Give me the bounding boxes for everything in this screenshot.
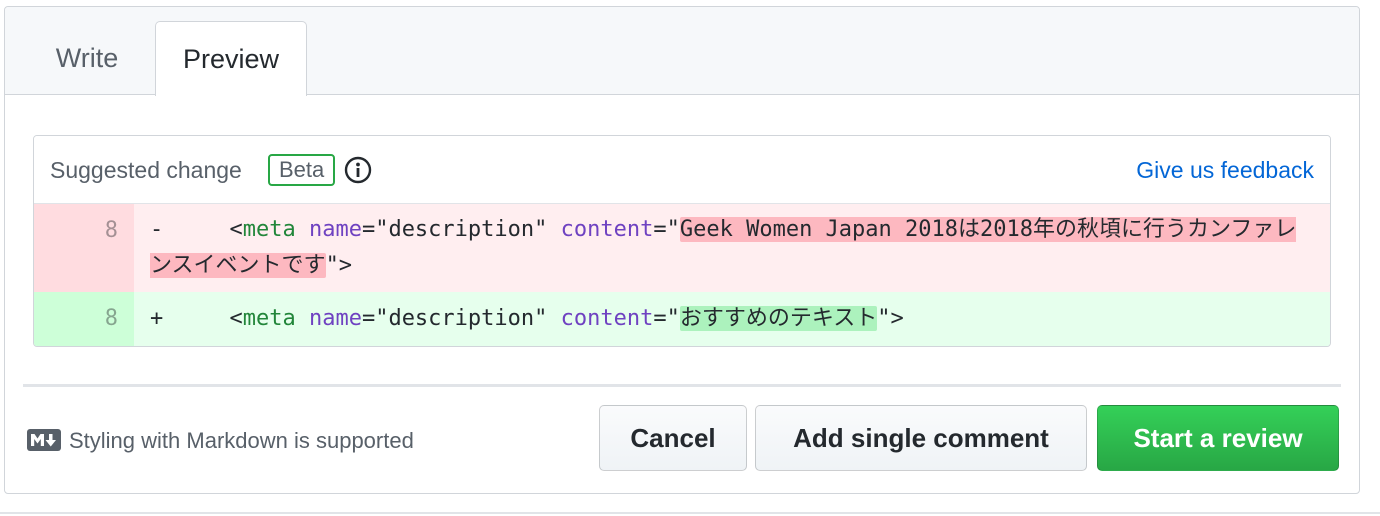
tag-close: "> <box>877 306 904 331</box>
eq-quote: =" <box>653 306 680 331</box>
add-single-comment-button[interactable]: Add single comment <box>755 405 1087 471</box>
page-bottom-border <box>0 512 1380 514</box>
tag-close: "> <box>325 253 353 278</box>
attr-content: content <box>560 217 654 242</box>
tab-preview[interactable]: Preview <box>155 21 307 96</box>
tag-open: < <box>229 217 243 242</box>
markdown-note[interactable]: Styling with Markdown is supported <box>27 423 414 459</box>
deleted-code: - <meta name="description" content="Geek… <box>150 204 1314 284</box>
info-icon[interactable] <box>344 156 372 184</box>
tag-open: < <box>229 306 243 331</box>
tab-write[interactable]: Write <box>29 21 145 96</box>
eq-quote: =" <box>653 217 680 242</box>
diff-deleted-line: 8 - <meta name="description" content="Ge… <box>34 204 1330 292</box>
line-number: 8 <box>34 204 134 292</box>
tag-name: meta <box>242 306 296 331</box>
suggested-change-box: Suggested change Beta Give us feedback 8… <box>33 135 1331 347</box>
tab-bar: Write Preview <box>5 7 1359 96</box>
start-review-button[interactable]: Start a review <box>1097 405 1339 471</box>
attr-content: content <box>560 306 654 331</box>
diff-sign: - <box>150 217 164 242</box>
line-number: 8 <box>34 292 134 346</box>
attr-name: name <box>308 306 362 331</box>
divider <box>23 384 1341 387</box>
diff-added-line: 8 + <meta name="description" content="おす… <box>34 292 1330 346</box>
attr-name: name <box>308 217 362 242</box>
comment-form: Write Preview Suggested change Beta Give… <box>4 6 1360 494</box>
markdown-note-text: Styling with Markdown is supported <box>69 428 414 453</box>
diff-sign: + <box>150 306 164 331</box>
suggested-change-title: Suggested change <box>50 157 242 183</box>
beta-badge: Beta <box>268 154 336 186</box>
tag-name: meta <box>242 217 296 242</box>
cancel-button[interactable]: Cancel <box>599 405 747 471</box>
markdown-icon <box>27 429 61 452</box>
attr-value: ="description" <box>361 217 561 242</box>
suggested-change-header: Suggested change Beta Give us feedback <box>34 136 1330 204</box>
attr-value: ="description" <box>361 306 561 331</box>
added-code: + <meta name="description" content="おすすめ… <box>150 292 1314 337</box>
give-feedback-link[interactable]: Give us feedback <box>1136 136 1314 204</box>
added-text-highlight: おすすめのテキスト <box>679 306 878 331</box>
